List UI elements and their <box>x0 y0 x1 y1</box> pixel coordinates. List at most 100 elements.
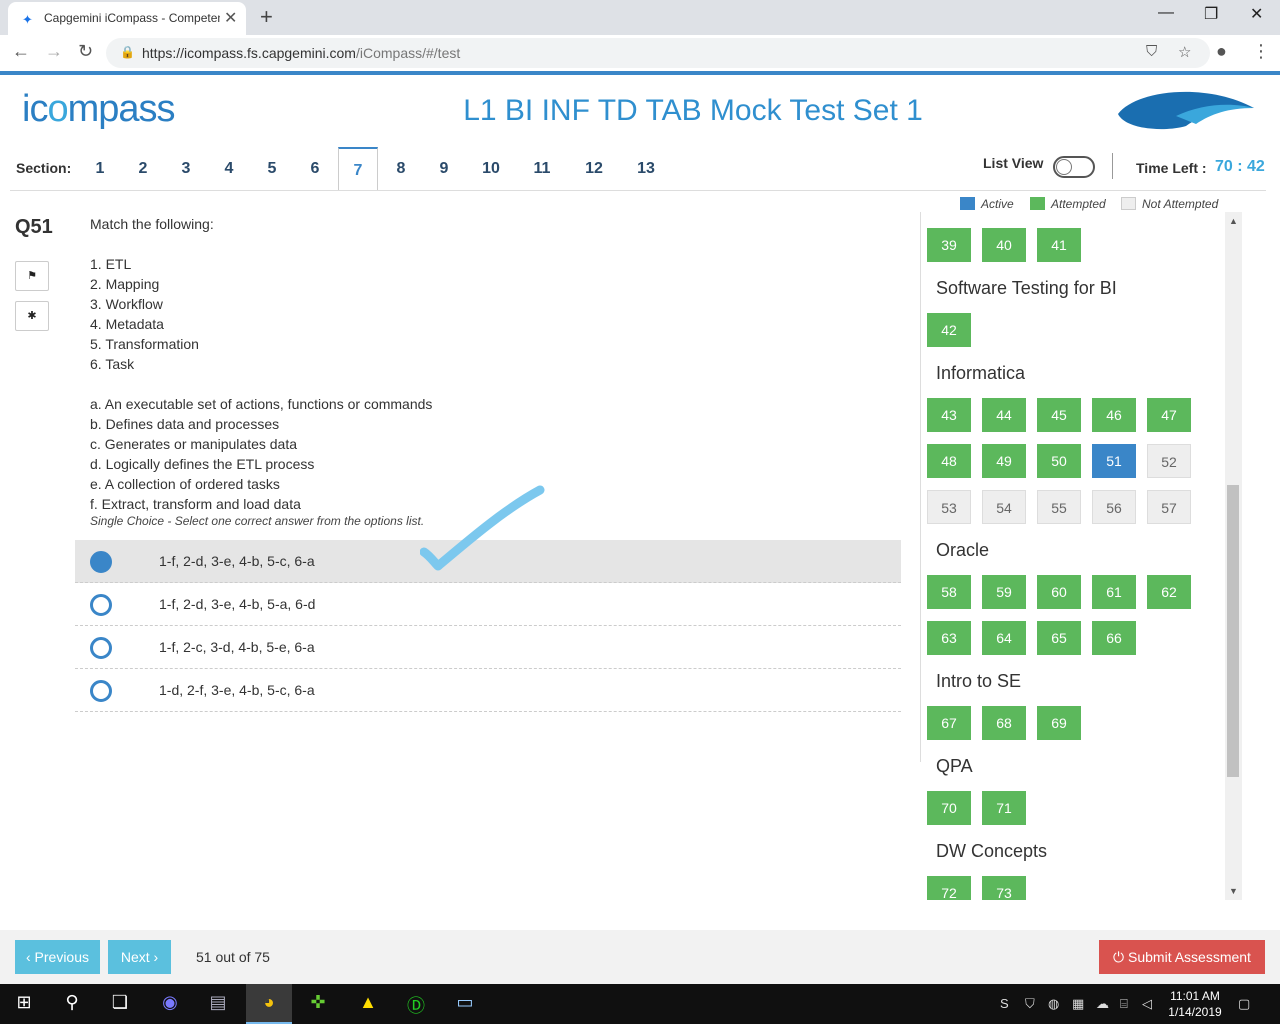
tool-app-icon[interactable]: ✜ <box>306 992 330 1016</box>
search-icon[interactable]: ⚲ <box>60 992 84 1016</box>
question-button-39[interactable]: 39 <box>927 228 971 262</box>
section-tab-12[interactable]: 12 <box>574 147 614 191</box>
question-button-66[interactable]: 66 <box>1092 621 1136 655</box>
question-button-45[interactable]: 45 <box>1037 398 1081 432</box>
section-tab-11[interactable]: 11 <box>522 147 562 191</box>
globe-tray-icon[interactable]: ◍ <box>1048 996 1059 1012</box>
list-view-toggle[interactable] <box>1053 156 1095 178</box>
task-view-icon[interactable]: ❏ <box>108 992 132 1016</box>
restore-icon[interactable]: ❐ <box>1204 4 1218 24</box>
question-button-68[interactable]: 68 <box>982 706 1026 740</box>
question-button-46[interactable]: 46 <box>1092 398 1136 432</box>
question-button-72[interactable]: 72 <box>927 876 971 900</box>
radio-button[interactable] <box>90 680 112 702</box>
question-button-73[interactable]: 73 <box>982 876 1026 900</box>
question-button-59[interactable]: 59 <box>982 575 1026 609</box>
flag-question-button[interactable]: ⚑ <box>15 261 49 291</box>
radio-button[interactable] <box>90 594 112 616</box>
notification-icon[interactable]: ▢ <box>1238 996 1250 1012</box>
section-tab-4[interactable]: 4 <box>209 147 249 191</box>
question-button-57[interactable]: 57 <box>1147 490 1191 524</box>
scrollbar-thumb[interactable] <box>1227 485 1239 777</box>
question-button-64[interactable]: 64 <box>982 621 1026 655</box>
question-button-42[interactable]: 42 <box>927 313 971 347</box>
answer-option-3[interactable]: 1-f, 2-c, 3-d, 4-b, 5-e, 6-a <box>75 626 901 669</box>
question-button-71[interactable]: 71 <box>982 791 1026 825</box>
answer-option-4[interactable]: 1-d, 2-f, 3-e, 4-b, 5-c, 6-a <box>75 669 901 712</box>
submit-assessment-button[interactable]: ⏻ Submit Assessment <box>1099 940 1265 974</box>
report-bug-button[interactable]: ✱ <box>15 301 49 331</box>
warning-app-icon[interactable]: ▲ <box>356 992 380 1016</box>
question-button-56[interactable]: 56 <box>1092 490 1136 524</box>
question-button-48[interactable]: 48 <box>927 444 971 478</box>
question-button-61[interactable]: 61 <box>1092 575 1136 609</box>
section-tab-10[interactable]: 10 <box>471 147 511 191</box>
taskbar-clock[interactable]: 11:01 AM 1/14/2019 <box>1162 988 1228 1020</box>
volume-tray-icon[interactable]: ◁ <box>1142 996 1152 1012</box>
next-button[interactable]: Next › <box>108 940 171 974</box>
eclipse-app-icon[interactable]: ◉ <box>158 992 182 1016</box>
reload-icon[interactable]: ↻ <box>78 41 93 62</box>
question-button-43[interactable]: 43 <box>927 398 971 432</box>
window-app-icon[interactable]: ▭ <box>453 992 477 1016</box>
grid-tray-icon[interactable]: ▦ <box>1072 996 1084 1012</box>
section-tab-8[interactable]: 8 <box>381 147 421 191</box>
section-tab-2[interactable]: 2 <box>123 147 163 191</box>
question-button-67[interactable]: 67 <box>927 706 971 740</box>
site-blocked-icon[interactable]: ⛉ <box>1146 43 1157 60</box>
question-button-47[interactable]: 47 <box>1147 398 1191 432</box>
palette-scrollbar[interactable]: ▲ ▼ <box>1225 212 1242 900</box>
close-window-icon[interactable]: ✕ <box>1250 4 1263 24</box>
minimize-icon[interactable]: — <box>1158 4 1174 22</box>
option-label: 1-f, 2-d, 3-e, 4-b, 5-c, 6-a <box>159 553 315 569</box>
question-button-70[interactable]: 70 <box>927 791 971 825</box>
chrome-icon[interactable]: ◕ <box>257 992 281 1016</box>
windows-start-icon[interactable]: ⊞ <box>12 992 36 1016</box>
close-tab-icon[interactable]: ✕ <box>224 8 237 28</box>
section-tab-3[interactable]: 3 <box>166 147 206 191</box>
question-button-40[interactable]: 40 <box>982 228 1026 262</box>
bookmark-star-icon[interactable]: ☆ <box>1178 43 1191 61</box>
question-button-44[interactable]: 44 <box>982 398 1026 432</box>
cloud-tray-icon[interactable]: ☁ <box>1096 996 1109 1012</box>
new-tab-icon[interactable]: + <box>260 4 273 30</box>
section-tab-5[interactable]: 5 <box>252 147 292 191</box>
question-button-55[interactable]: 55 <box>1037 490 1081 524</box>
back-arrow-icon[interactable]: ← <box>12 41 30 62</box>
previous-button[interactable]: ‹ Previous <box>15 940 100 974</box>
question-button-65[interactable]: 65 <box>1037 621 1081 655</box>
question-button-53[interactable]: 53 <box>927 490 971 524</box>
section-tab-9[interactable]: 9 <box>424 147 464 191</box>
browser-tab[interactable]: ✦ Capgemini iCompass - Competen ✕ <box>8 2 246 35</box>
question-button-63[interactable]: 63 <box>927 621 971 655</box>
d-app-icon[interactable]: Ⓓ <box>404 992 428 1016</box>
question-button-52[interactable]: 52 <box>1147 444 1191 478</box>
forward-arrow-icon[interactable]: → <box>45 41 63 62</box>
shield-tray-icon[interactable]: ⛉ <box>1025 996 1035 1012</box>
question-button-62[interactable]: 62 <box>1147 575 1191 609</box>
section-tab-6[interactable]: 6 <box>295 147 335 191</box>
section-tab-1[interactable]: 1 <box>80 147 120 191</box>
address-bar[interactable]: 🔒 https://icompass.fs.capgemini.com/iCom… <box>106 38 1210 68</box>
question-button-41[interactable]: 41 <box>1037 228 1081 262</box>
question-button-69[interactable]: 69 <box>1037 706 1081 740</box>
answer-option-2[interactable]: 1-f, 2-d, 3-e, 4-b, 5-a, 6-d <box>75 583 901 626</box>
question-button-60[interactable]: 60 <box>1037 575 1081 609</box>
answer-hint: Single Choice - Select one correct answe… <box>90 514 425 528</box>
section-tab-7[interactable]: 7 <box>338 147 378 191</box>
question-button-58[interactable]: 58 <box>927 575 971 609</box>
scroll-down-icon[interactable]: ▼ <box>1229 886 1238 896</box>
profile-icon[interactable]: ● <box>1216 41 1227 62</box>
section-tab-13[interactable]: 13 <box>626 147 666 191</box>
question-button-50[interactable]: 50 <box>1037 444 1081 478</box>
question-button-51[interactable]: 51 <box>1092 444 1136 478</box>
question-button-49[interactable]: 49 <box>982 444 1026 478</box>
radio-button[interactable] <box>90 637 112 659</box>
menu-kebab-icon[interactable]: ⋮ <box>1252 41 1270 62</box>
network-tray-icon[interactable]: ⌸ <box>1120 996 1128 1012</box>
skype-tray-icon[interactable]: S <box>1000 996 1009 1011</box>
database-app-icon[interactable]: ▤ <box>206 992 230 1016</box>
radio-button[interactable] <box>90 551 112 573</box>
question-button-54[interactable]: 54 <box>982 490 1026 524</box>
scroll-up-icon[interactable]: ▲ <box>1229 216 1238 226</box>
